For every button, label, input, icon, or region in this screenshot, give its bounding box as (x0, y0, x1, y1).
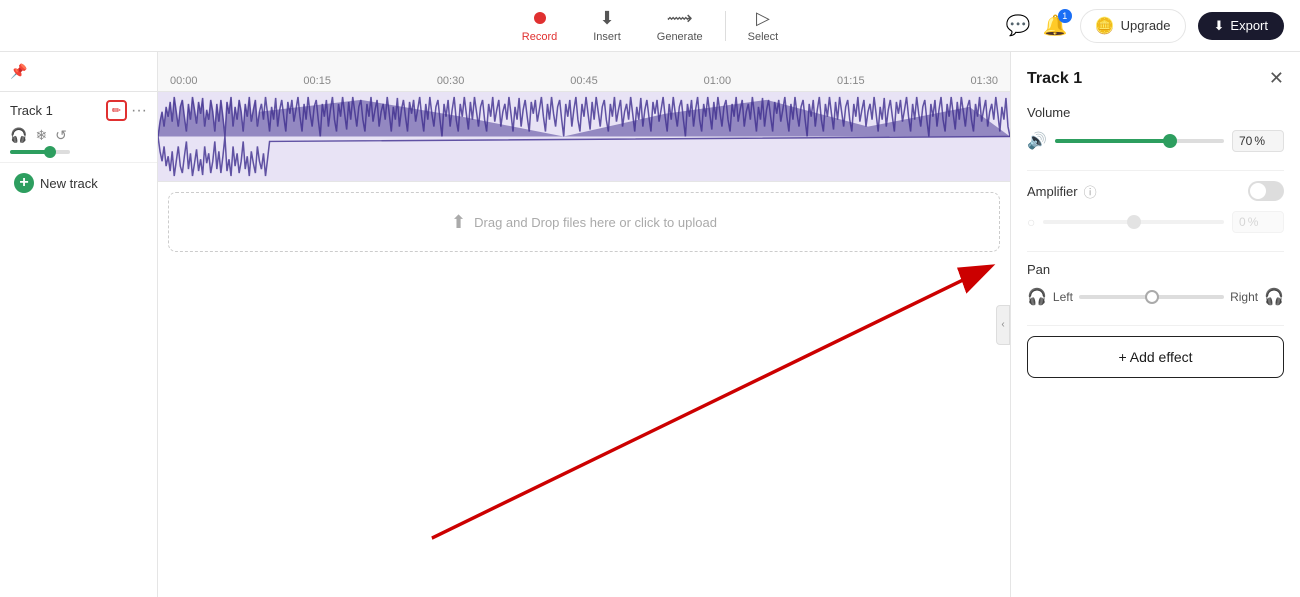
ruler-mark-4: 01:00 (704, 75, 732, 87)
loop-icon[interactable]: ↺ (55, 127, 67, 144)
timeline-area: 00:00 00:15 00:30 00:45 01:00 01:15 01:3… (158, 52, 1010, 597)
track-item: Track 1 ✏ ··· 🎧 ❄ ↺ (0, 92, 157, 163)
panel-header: Track 1 ✕ (1027, 68, 1284, 89)
pan-section: Pan 🎧 Left Right 🎧 (1027, 262, 1284, 307)
toggle-knob (1250, 183, 1266, 199)
track-controls: ✏ ··· (106, 100, 147, 121)
insert-icon: ⬇ (599, 8, 614, 29)
timeline-ruler: 00:00 00:15 00:30 00:45 01:00 01:15 01:3… (158, 52, 1010, 92)
add-effect-label: + Add effect (1118, 349, 1192, 365)
collapse-handle[interactable]: ‹ (996, 305, 1010, 345)
track-edit-button[interactable]: ✏ (106, 100, 127, 121)
section-divider-2 (1027, 251, 1284, 252)
generate-icon: ⟿ (667, 8, 693, 29)
ruler-mark-6: 01:30 (970, 75, 998, 87)
toolbar-divider (725, 11, 726, 41)
pan-left-headphone-icon: 🎧 (1027, 287, 1047, 307)
record-icon (534, 8, 546, 29)
amplifier-toggle[interactable] (1248, 181, 1284, 201)
volume-track-slider[interactable] (1055, 139, 1224, 143)
ruler-mark-5: 01:15 (837, 75, 865, 87)
export-icon: ⬇ (1214, 18, 1225, 34)
insert-button[interactable]: ⬇ Insert (575, 2, 639, 49)
volume-row: 🔊 70 % (1027, 130, 1284, 152)
ruler-marks: 00:00 00:15 00:30 00:45 01:00 01:15 01:3… (168, 75, 1000, 87)
pan-row: 🎧 Left Right 🎧 (1027, 287, 1284, 307)
ruler-mark-0: 00:00 (170, 75, 198, 87)
section-divider-1 (1027, 170, 1284, 171)
track-name: Track 1 (10, 103, 53, 118)
new-track-button[interactable]: + New track (0, 163, 157, 203)
drop-zone-text: Drag and Drop files here or click to upl… (474, 215, 717, 230)
volume-section-label: Volume (1027, 105, 1284, 120)
ruler-mark-2: 00:30 (437, 75, 465, 87)
amplifier-row: Amplifier ⓘ (1027, 181, 1284, 201)
volume-number: 70 (1239, 134, 1252, 148)
pan-left-label: Left (1053, 290, 1073, 304)
notification-badge: 1 (1058, 9, 1072, 23)
ruler-mark-1: 00:15 (303, 75, 331, 87)
export-button[interactable]: ⬇ Export (1198, 12, 1284, 40)
main-area: 📌 Track 1 ✏ ··· 🎧 ❄ ↺ + New track (0, 52, 1300, 597)
pan-right-label: Right (1230, 290, 1258, 304)
right-panel: Track 1 ✕ Volume 🔊 70 % Amplifier ⓘ ○ (1010, 52, 1300, 597)
record-label: Record (522, 31, 557, 43)
track-sidebar: 📌 Track 1 ✏ ··· 🎧 ❄ ↺ + New track (0, 52, 158, 597)
toolbar: Record ⬇ Insert ⟿ Generate ▷ Select 💬 🔔 … (0, 0, 1300, 52)
insert-label: Insert (593, 31, 621, 43)
track-icons: 🎧 ❄ ↺ (10, 127, 147, 144)
info-icon[interactable]: ⓘ (1084, 182, 1097, 201)
pin-icon[interactable]: 📌 (10, 63, 27, 80)
pan-slider[interactable] (1079, 295, 1224, 299)
export-label: Export (1230, 18, 1268, 33)
volume-icon: 🔊 (1027, 131, 1047, 151)
upload-icon: ⬆ (451, 212, 466, 233)
select-label: Select (748, 31, 779, 43)
notification-wrap: 🔔 1 (1043, 13, 1068, 38)
panel-title: Track 1 (1027, 70, 1082, 88)
track-item-top: Track 1 ✏ ··· (10, 100, 147, 121)
waveform-track[interactable]: // We'll use CSS-generated waveform via … (158, 92, 1010, 182)
track-volume-slider[interactable] (10, 150, 70, 154)
generate-label: Generate (657, 31, 703, 43)
amp-unit: % (1248, 215, 1259, 229)
upgrade-button[interactable]: 🪙 Upgrade (1080, 9, 1186, 43)
volume-slider-wrap (10, 150, 147, 154)
amp-value-display: 0 % (1232, 211, 1284, 233)
new-track-plus-icon: + (14, 173, 34, 193)
ruler-mark-3: 00:45 (570, 75, 598, 87)
amp-circle-icon: ○ (1027, 214, 1035, 230)
snowflake-icon[interactable]: ❄ (35, 127, 47, 144)
amplifier-slider[interactable] (1043, 220, 1224, 224)
new-track-label: New track (40, 176, 98, 191)
amp-number: 0 (1239, 215, 1246, 229)
track-list-header: 📌 (0, 52, 157, 92)
toolbar-right: 💬 🔔 1 🪙 Upgrade ⬇ Export (1006, 9, 1284, 43)
amplifier-label-wrap: Amplifier ⓘ (1027, 182, 1097, 201)
amplifier-label: Amplifier (1027, 184, 1078, 199)
track-more-button[interactable]: ··· (131, 102, 147, 120)
drop-zone[interactable]: ⬆ Drag and Drop files here or click to u… (168, 192, 1000, 252)
panel-close-button[interactable]: ✕ (1269, 68, 1284, 89)
volume-value-display: 70 % (1232, 130, 1284, 152)
add-effect-button[interactable]: + Add effect (1027, 336, 1284, 378)
amplifier-slider-row: ○ 0 % (1027, 211, 1284, 233)
headphone-icon[interactable]: 🎧 (10, 127, 27, 144)
generate-button[interactable]: ⟿ Generate (639, 2, 721, 49)
coin-icon: 🪙 (1095, 16, 1115, 36)
select-icon: ▷ (756, 8, 770, 29)
pan-right-headphone-icon: 🎧 (1264, 287, 1284, 307)
record-button[interactable]: Record (504, 2, 575, 49)
upgrade-label: Upgrade (1121, 18, 1171, 33)
pan-section-label: Pan (1027, 262, 1284, 277)
select-button[interactable]: ▷ Select (730, 2, 797, 49)
waveform-svg: // We'll use CSS-generated waveform via … (158, 92, 1010, 181)
toolbar-center: Record ⬇ Insert ⟿ Generate ▷ Select (504, 2, 796, 49)
comment-icon[interactable]: 💬 (1006, 13, 1031, 38)
section-divider-3 (1027, 325, 1284, 326)
volume-unit: % (1254, 134, 1265, 148)
